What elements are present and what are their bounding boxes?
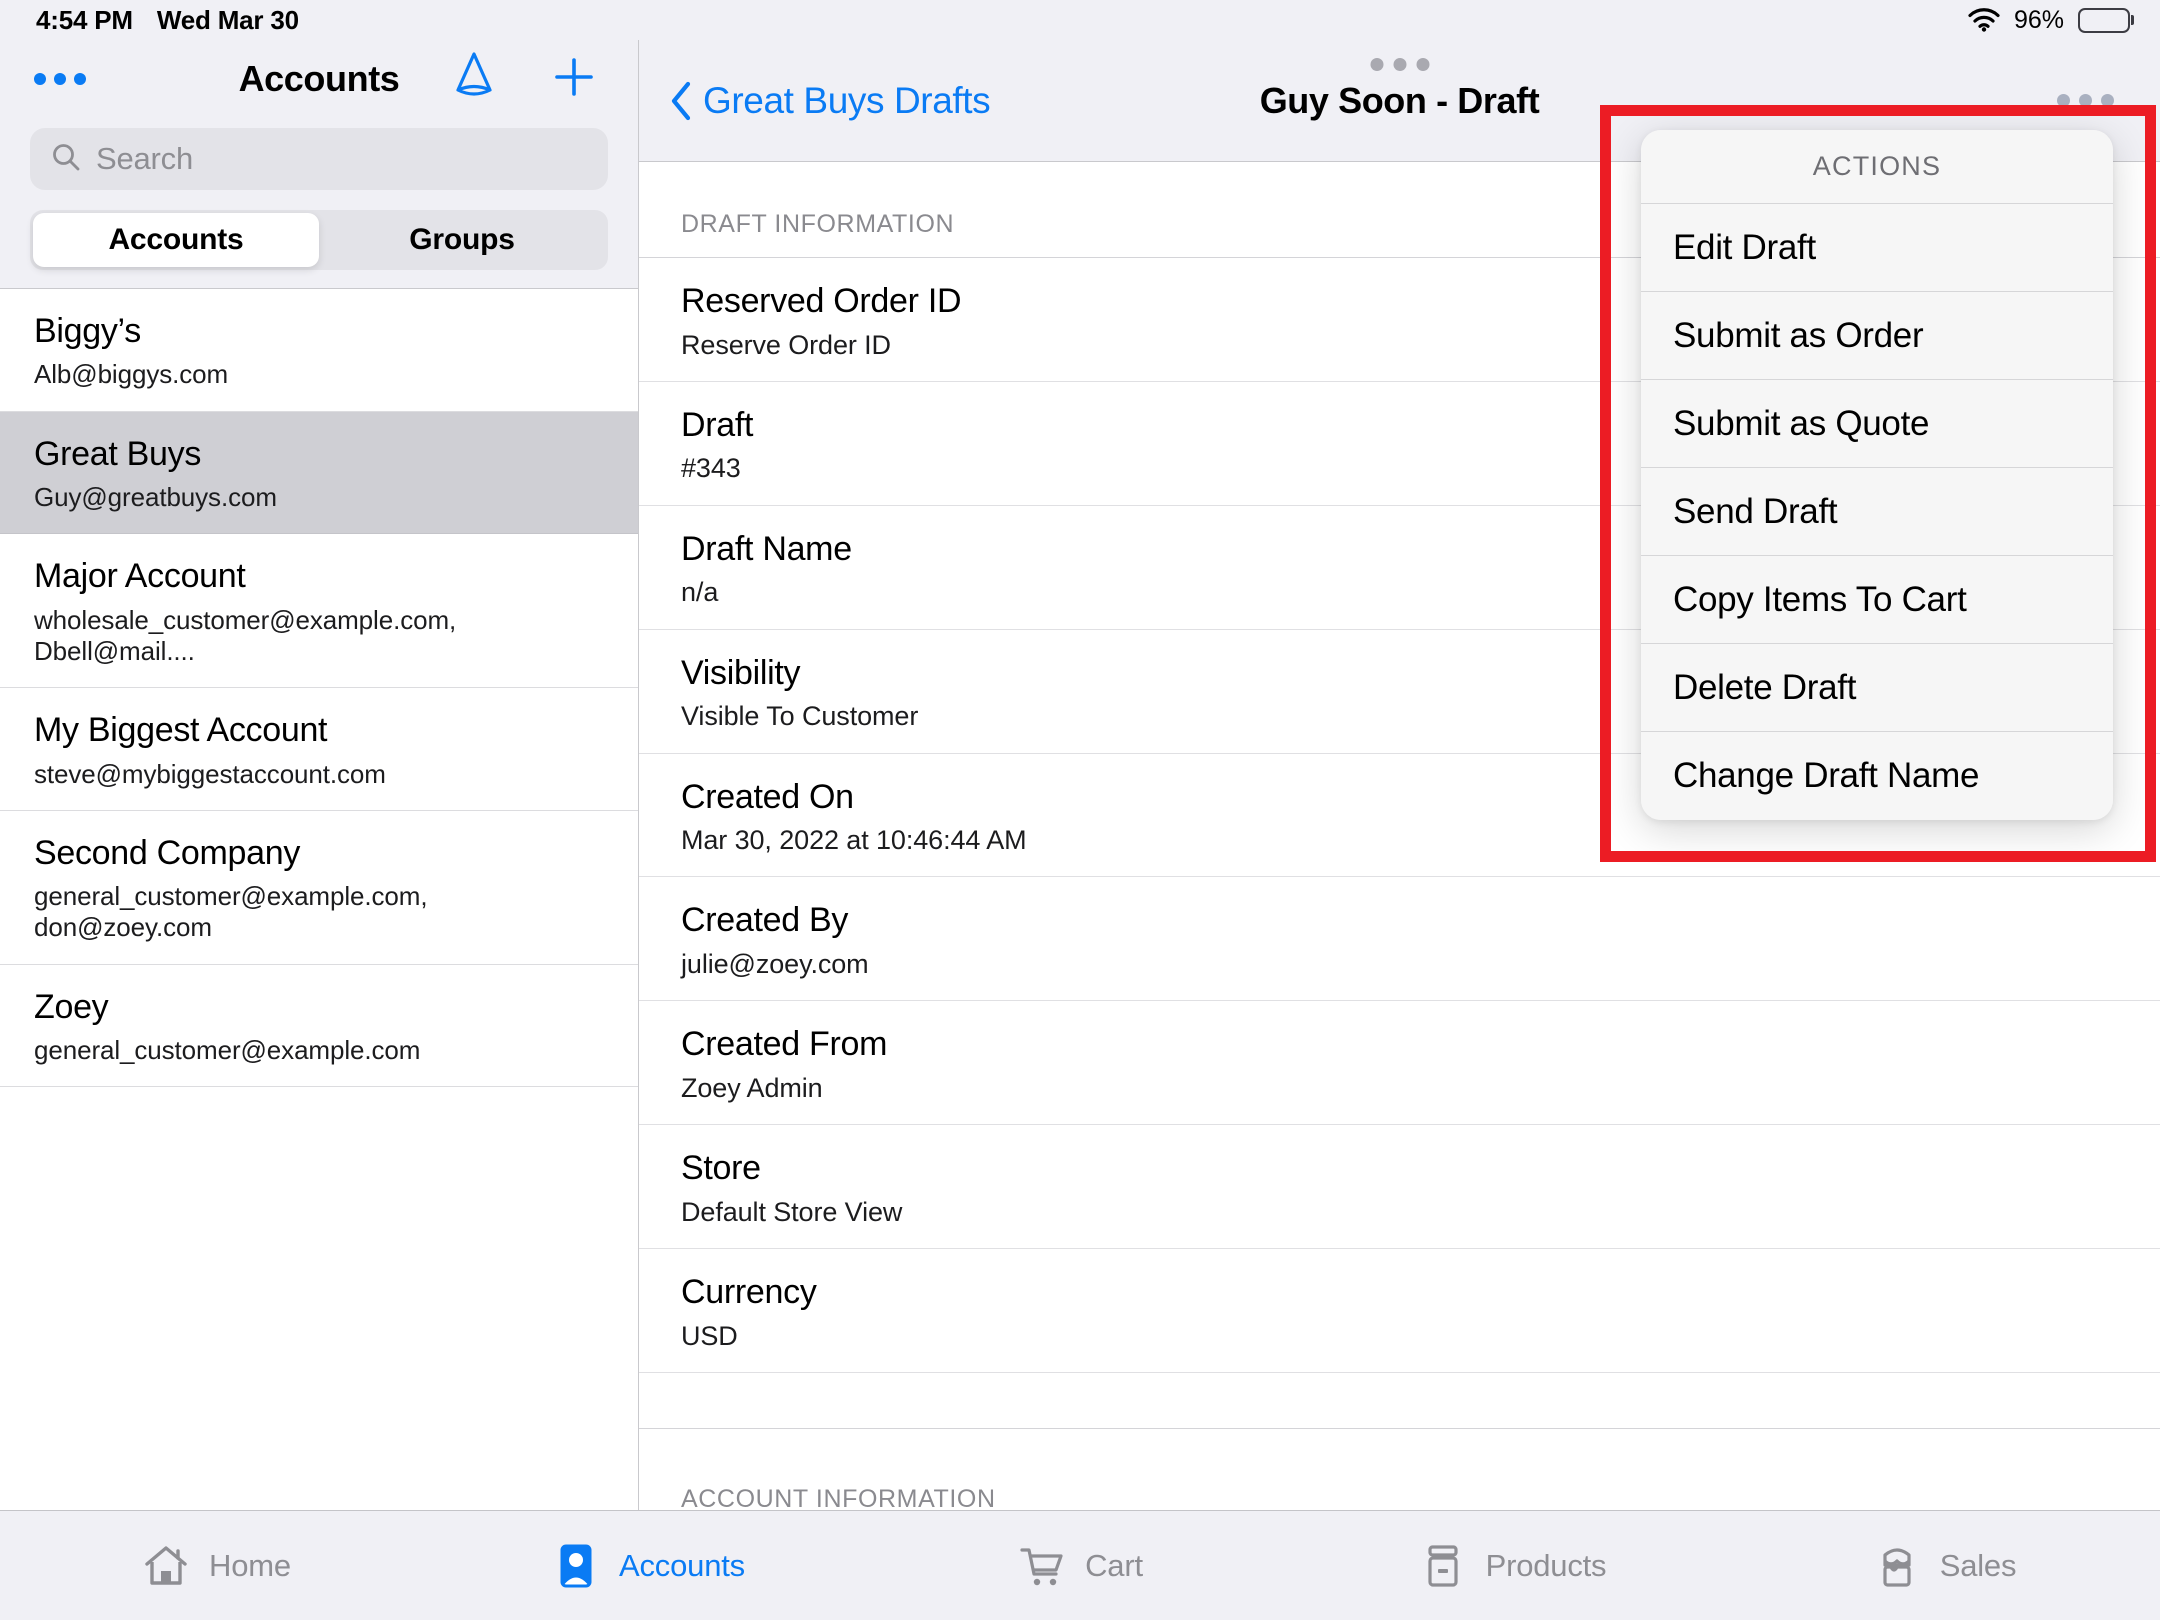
back-button-label: Great Buys Drafts	[703, 79, 991, 121]
battery-icon	[2078, 7, 2130, 33]
field-label: Created By	[681, 901, 849, 940]
account-name: Biggy’s	[34, 312, 141, 350]
account-email: steve@mybiggestaccount.com	[34, 758, 386, 789]
tab-groups[interactable]: Groups	[319, 213, 605, 267]
status-date: Wed Mar 30	[156, 4, 299, 35]
field-value: Default Store View	[681, 1196, 903, 1227]
field-currency[interactable]: Currency USD	[639, 1249, 2160, 1374]
app-root: 4:54 PM Wed Mar 30 96% Accounts Search A…	[0, 0, 2160, 1620]
chevron-left-icon	[669, 80, 693, 122]
status-bar-right: 96%	[1968, 6, 2130, 35]
account-email: Alb@biggys.com	[34, 359, 229, 390]
account-name: Major Account	[34, 557, 246, 596]
sales-icon	[1872, 1541, 1922, 1591]
tab-cart[interactable]: Cart	[864, 1541, 1296, 1591]
sidebar: Accounts Search Accounts Groups Biggy’s …	[0, 40, 639, 1510]
status-time: 4:54 PM	[36, 4, 133, 35]
product-box-icon	[1418, 1541, 1468, 1591]
drag-handle-icon[interactable]	[1370, 58, 1429, 71]
battery-percent: 96%	[2013, 5, 2064, 34]
tab-label: Sales	[1939, 1547, 2017, 1583]
account-email: general_customer@example.com, don@zoey.c…	[34, 881, 428, 943]
tab-home[interactable]: Home	[0, 1541, 432, 1591]
menu-item-copy-items-to-cart[interactable]: Copy Items To Cart	[1641, 556, 2113, 644]
account-name: Second Company	[34, 833, 301, 872]
account-email: wholesale_customer@example.com, Dbell@ma…	[34, 604, 457, 666]
menu-item-edit-draft[interactable]: Edit Draft	[1641, 204, 2113, 292]
field-store[interactable]: Store Default Store View	[639, 1125, 2160, 1250]
segmented-control: Accounts Groups	[30, 210, 608, 270]
menu-item-send-draft[interactable]: Send Draft	[1641, 468, 2113, 556]
segmented-control-container: Accounts Groups	[0, 206, 638, 288]
menu-item-delete-draft[interactable]: Delete Draft	[1641, 644, 2113, 732]
field-value: Mar 30, 2022 at 10:46:44 AM	[681, 825, 1027, 856]
search-input[interactable]: Search	[30, 128, 608, 190]
account-name: Zoey	[34, 987, 109, 1026]
field-value: USD	[681, 1320, 738, 1351]
account-name: Great Buys	[34, 434, 202, 473]
cone-filter-icon[interactable]	[450, 50, 498, 109]
status-bar-left: 4:54 PM Wed Mar 30	[36, 5, 299, 36]
field-value: Zoey Admin	[681, 1072, 823, 1103]
field-label: Currency	[681, 1273, 817, 1312]
tab-label: Accounts	[619, 1547, 745, 1583]
account-name: My Biggest Account	[34, 711, 328, 750]
sidebar-more-button[interactable]	[34, 73, 86, 85]
tab-products[interactable]: Products	[1296, 1541, 1728, 1591]
tab-bar: Home Accounts Cart Products Sales	[0, 1510, 2160, 1620]
list-item[interactable]: Major Account wholesale_customer@example…	[0, 534, 638, 689]
field-created-from[interactable]: Created From Zoey Admin	[639, 1001, 2160, 1126]
field-value: julie@zoey.com	[681, 948, 869, 979]
list-empty-space	[0, 1087, 638, 1510]
tab-label: Products	[1485, 1547, 1607, 1583]
sidebar-navbar-actions	[450, 50, 598, 109]
tab-label: Home	[209, 1547, 291, 1583]
actions-popover-title: ACTIONS	[1641, 130, 2113, 204]
sidebar-navbar: Accounts	[0, 40, 638, 118]
search-container: Search	[0, 118, 638, 206]
tab-accounts[interactable]: Accounts	[33, 213, 319, 267]
list-item[interactable]: Biggy’s Alb@biggys.com	[0, 289, 638, 412]
contact-card-icon	[551, 1541, 601, 1591]
accounts-list[interactable]: Biggy’s Alb@biggys.com Great Buys Guy@gr…	[0, 288, 638, 1510]
list-item[interactable]: Zoey general_customer@example.com	[0, 964, 638, 1088]
status-bar: 4:54 PM Wed Mar 30 96%	[0, 0, 2160, 40]
cart-icon	[1017, 1541, 1067, 1591]
list-item[interactable]: Second Company general_customer@example.…	[0, 810, 638, 965]
list-item[interactable]: My Biggest Account steve@mybiggestaccoun…	[0, 688, 638, 811]
back-button[interactable]: Great Buys Drafts	[669, 79, 991, 122]
detail-more-button[interactable]	[2057, 94, 2114, 107]
section-divider	[639, 1373, 2160, 1430]
field-label: Store	[681, 1149, 761, 1188]
tab-sales[interactable]: Sales	[1728, 1541, 2160, 1591]
menu-item-submit-as-order[interactable]: Submit as Order	[1641, 292, 2113, 380]
wifi-icon	[1968, 8, 2000, 32]
actions-popover: ACTIONS Edit Draft Submit as Order Submi…	[1641, 130, 2113, 820]
list-item[interactable]: Great Buys Guy@greatbuys.com	[0, 411, 638, 535]
field-created-by[interactable]: Created By julie@zoey.com	[639, 877, 2160, 1002]
search-icon	[50, 141, 82, 178]
tab-accounts[interactable]: Accounts	[432, 1541, 864, 1591]
menu-item-change-draft-name[interactable]: Change Draft Name	[1641, 732, 2113, 820]
home-icon	[141, 1541, 191, 1591]
menu-item-submit-as-quote[interactable]: Submit as Quote	[1641, 380, 2113, 468]
field-label: Created From	[681, 1025, 888, 1064]
search-placeholder: Search	[96, 141, 194, 176]
account-email: Guy@greatbuys.com	[34, 482, 277, 513]
section-header-account-information: ACCOUNT INFORMATION	[639, 1429, 2160, 1510]
account-email: general_customer@example.com	[34, 1035, 421, 1066]
plus-icon[interactable]	[550, 53, 598, 106]
tab-label: Cart	[1085, 1547, 1143, 1583]
